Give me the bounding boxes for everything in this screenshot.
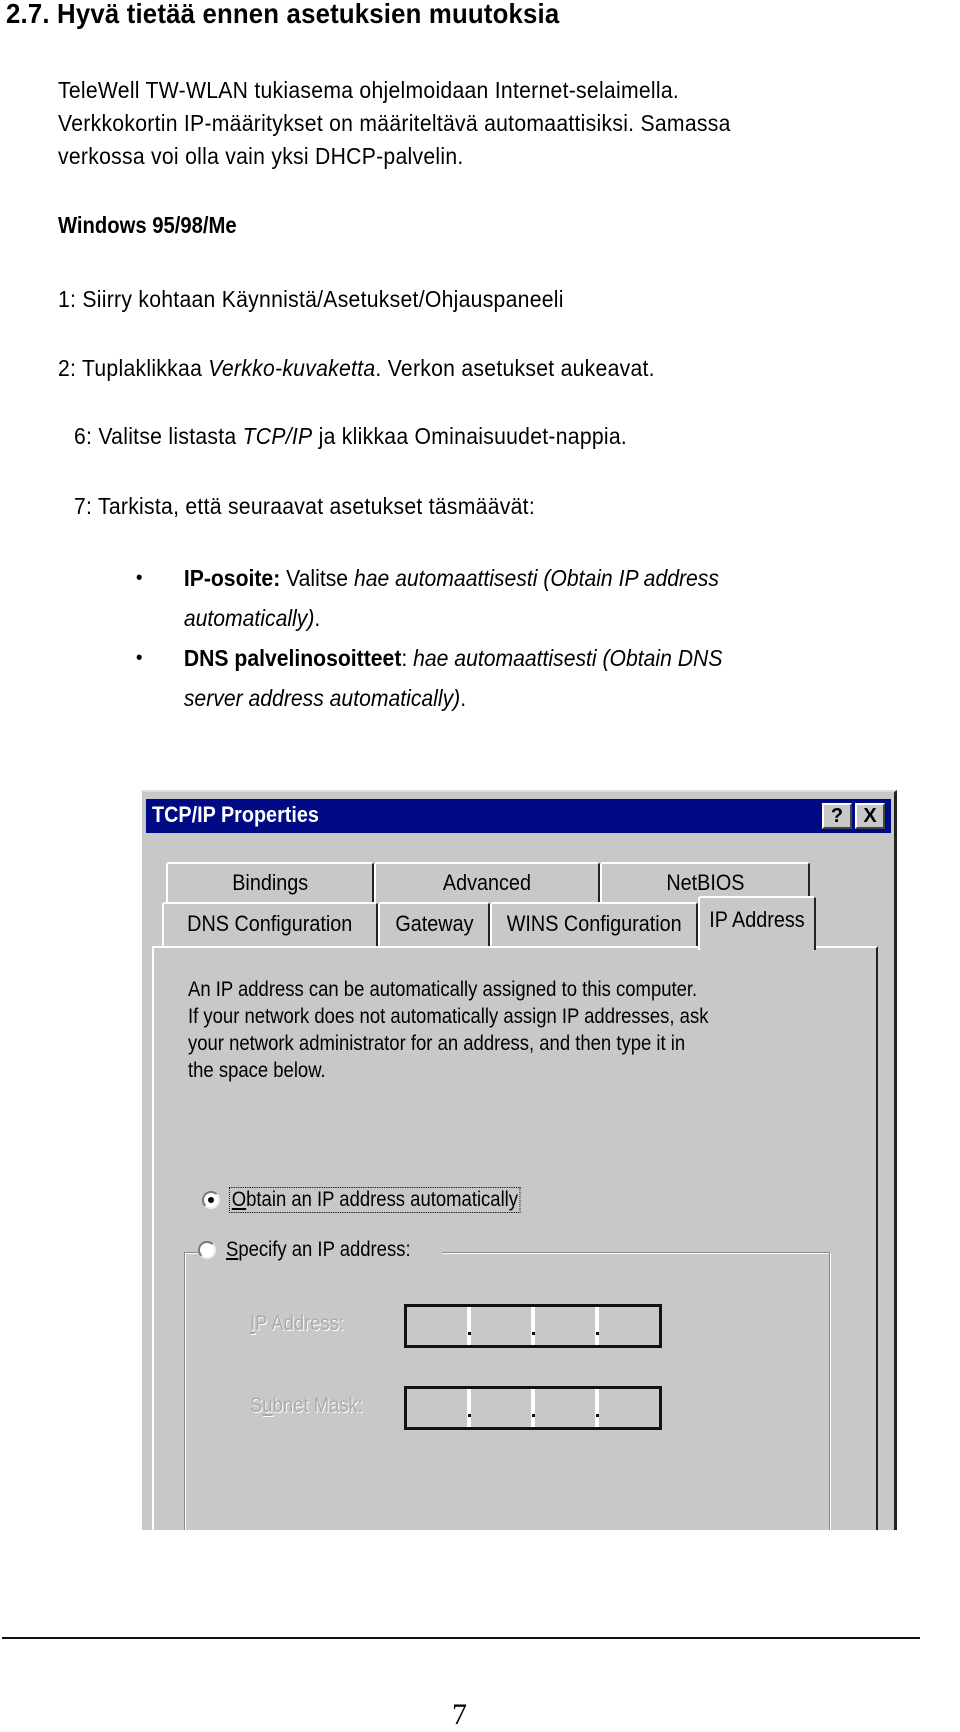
- dialog-titlebar[interactable]: TCP/IP Properties ? X: [146, 799, 891, 833]
- step-2: 2: Tuplaklikkaa Verkko-kuvaketta. Verkon…: [58, 355, 655, 382]
- label-text: S: [250, 1394, 263, 1417]
- bullet-text: IP-osoite: Valitse hae automaattisesti (…: [184, 558, 719, 638]
- ip-address-input[interactable]: [404, 1304, 662, 1348]
- step-2-text: 2: Tuplaklikkaa: [58, 355, 209, 381]
- footer-divider: [2, 1637, 920, 1639]
- tab-wins-configuration[interactable]: WINS Configuration: [490, 902, 698, 946]
- step-2-text: . Verkon asetukset aukeavat.: [375, 355, 655, 381]
- mask-octet-3[interactable]: [535, 1389, 599, 1427]
- tab-advanced[interactable]: Advanced: [374, 862, 600, 902]
- bullet-end: .: [460, 685, 467, 711]
- intro-paragraph: TeleWell TW-WLAN tukiasema ohjelmoidaan …: [58, 74, 958, 173]
- ip-description: An IP address can be automatically assig…: [188, 976, 708, 1084]
- help-icon: ?: [830, 805, 844, 827]
- radio-unchecked-icon[interactable]: [198, 1241, 216, 1259]
- ip-octet-1[interactable]: [407, 1307, 471, 1345]
- help-button[interactable]: ?: [822, 803, 852, 829]
- bullet-plain: Valitse: [280, 565, 354, 591]
- label-text: btain an IP address automatically: [246, 1188, 519, 1211]
- bullet-emphasis: hae automaattisesti (Obtain IP address: [353, 565, 719, 591]
- radio-checked-icon[interactable]: [202, 1191, 220, 1209]
- bullet-icon: •: [136, 567, 143, 589]
- step-2-emphasis: Verkko-kuvaketta: [208, 355, 376, 381]
- subnet-mask-input[interactable]: [404, 1386, 662, 1430]
- label-text: pecify an IP address:: [238, 1238, 411, 1261]
- ip-address-label: IP Address:: [250, 1312, 344, 1336]
- ip-octet-2[interactable]: [471, 1307, 535, 1345]
- subnet-mask-label: Subnet Mask:: [250, 1394, 363, 1418]
- mask-octet-2[interactable]: [471, 1389, 535, 1427]
- tab-label: WINS Configuration: [506, 911, 682, 936]
- description-line: An IP address can be automatically assig…: [188, 978, 698, 1001]
- tab-label: Advanced: [442, 870, 532, 895]
- access-key: u: [262, 1394, 273, 1417]
- bullet-text: DNS palvelinosoitteet: hae automaattises…: [184, 638, 723, 718]
- label-text: bnet Mask:: [272, 1394, 364, 1417]
- tab-ip-address[interactable]: IP Address: [698, 896, 816, 950]
- description-line: the space below.: [188, 1059, 326, 1082]
- tab-dns-configuration[interactable]: DNS Configuration: [162, 902, 378, 946]
- intro-line: Verkkokortin IP-määritykset on määritelt…: [58, 110, 731, 136]
- radio-label: Obtain an IP address automatically: [229, 1187, 521, 1213]
- dialog-title: TCP/IP Properties: [152, 802, 319, 827]
- mask-octet-4[interactable]: [599, 1389, 659, 1427]
- access-key: O: [231, 1188, 247, 1211]
- step-6: 6: Valitse listasta TCP/IP ja klikkaa Om…: [74, 423, 627, 450]
- specify-ip-radio[interactable]: Specify an IP address:: [198, 1238, 442, 1262]
- bullet-term: IP-osoite:: [183, 565, 281, 591]
- description-line: If your network does not automatically a…: [188, 1005, 709, 1028]
- intro-line: verkossa voi olla vain yksi DHCP-palveli…: [58, 143, 464, 169]
- page-number: 7: [452, 1698, 467, 1731]
- bullet-end: .: [314, 605, 321, 631]
- bullet-emphasis: hae automaattisesti (Obtain DNS: [413, 645, 723, 671]
- ip-octet-4[interactable]: [599, 1307, 659, 1345]
- close-icon: X: [863, 805, 877, 827]
- section-heading: 2.7. Hyvä tietää ennen asetuksien muutok…: [6, 0, 560, 29]
- intro-line: TeleWell TW-WLAN tukiasema ohjelmoidaan …: [58, 77, 680, 103]
- bullet-plain: :: [401, 645, 414, 671]
- tab-label: DNS Configuration: [187, 911, 353, 936]
- tab-gateway[interactable]: Gateway: [378, 902, 490, 946]
- step-7: 7: Tarkista, että seuraavat asetukset tä…: [74, 493, 535, 519]
- label-text: P Address:: [255, 1312, 345, 1335]
- access-key: S: [226, 1238, 239, 1261]
- tab-label: Gateway: [394, 911, 474, 936]
- step-6-emphasis: TCP/IP: [242, 423, 313, 449]
- step-6-text: 6: Valitse listasta: [74, 423, 243, 449]
- ip-octet-3[interactable]: [535, 1307, 599, 1345]
- mask-octet-1[interactable]: [407, 1389, 471, 1427]
- tab-label: Bindings: [232, 870, 308, 895]
- step-6-text: ja klikkaa Ominaisuudet-nappia.: [312, 423, 628, 449]
- radio-label: Specify an IP address:: [226, 1238, 411, 1262]
- os-subheading: Windows 95/98/Me: [58, 212, 237, 238]
- bullet-term: DNS palvelinosoitteet: [183, 645, 402, 671]
- bullet-emphasis: automatically): [183, 605, 315, 631]
- obtain-ip-automatically-radio[interactable]: Obtain an IP address automatically: [202, 1187, 559, 1213]
- bullet-icon: •: [136, 647, 143, 669]
- bullet-emphasis: server address automatically): [183, 685, 461, 711]
- description-line: your network administrator for an addres…: [188, 1032, 686, 1055]
- tab-label: IP Address: [709, 907, 805, 932]
- step-1: 1: Siirry kohtaan Käynnistä/Asetukset/Oh…: [58, 286, 564, 312]
- tab-bindings[interactable]: Bindings: [166, 862, 374, 902]
- ip-address-panel: An IP address can be automatically assig…: [152, 946, 878, 1530]
- close-button[interactable]: X: [855, 803, 885, 829]
- tcpip-properties-dialog: TCP/IP Properties ? X Bindings Advanced …: [140, 790, 897, 1530]
